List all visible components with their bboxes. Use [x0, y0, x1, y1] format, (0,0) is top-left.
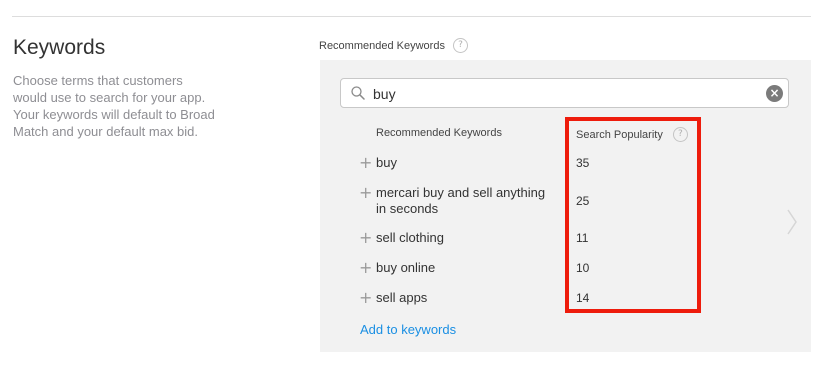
panel-label-text: Recommended Keywords	[319, 39, 445, 52]
clear-search-icon[interactable]: ×	[766, 85, 783, 102]
search-value[interactable]: buy	[373, 86, 396, 102]
add-keyword-icon[interactable]: +	[359, 260, 372, 276]
add-keyword-icon[interactable]: +	[359, 155, 372, 171]
add-keyword-icon[interactable]: +	[359, 230, 372, 246]
help-icon[interactable]: ?	[452, 38, 468, 53]
keyword-row-label: buy	[376, 155, 397, 170]
add-keyword-icon[interactable]: +	[359, 290, 372, 306]
add-keyword-icon[interactable]: +	[359, 185, 372, 201]
section-description: Choose terms that customers would use to…	[13, 73, 215, 139]
recommended-keywords-label: Recommended Keywords ?	[319, 38, 468, 53]
search-popularity-highlight	[565, 117, 701, 313]
keyword-column-header: Recommended Keywords	[376, 127, 502, 139]
keyword-row-label: sell apps	[376, 290, 428, 305]
search-input[interactable]: buy ×	[340, 78, 789, 108]
keyword-row-label: sell clothing	[376, 230, 444, 245]
search-icon	[351, 86, 365, 100]
top-divider	[12, 16, 811, 17]
keyword-row-label: mercari buy and sell anything in seconds	[376, 185, 546, 216]
section-title: Keywords	[13, 36, 106, 59]
add-to-keywords-link[interactable]: Add to keywords	[360, 322, 456, 337]
chevron-right-icon[interactable]	[786, 208, 798, 236]
keyword-row-label: buy online	[376, 260, 436, 275]
